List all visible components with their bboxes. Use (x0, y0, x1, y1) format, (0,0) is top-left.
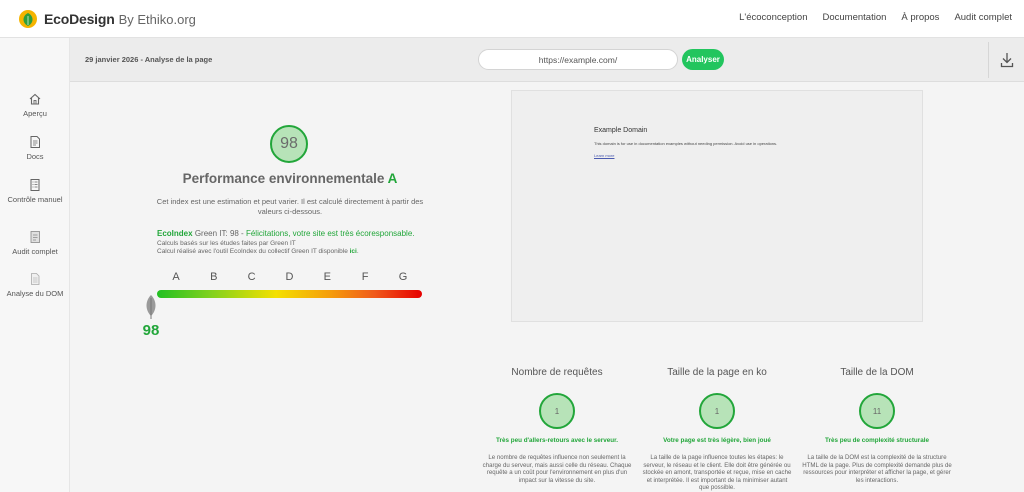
ecoindex-message: Félicitations, votre site est très écore… (245, 229, 415, 238)
metric-description: Le nombre de requêtes influence non seul… (482, 454, 632, 484)
sidebar-item-manual-check[interactable]: Contrôle manuel (0, 178, 70, 204)
brand-by: By Ethiko.org (118, 11, 196, 27)
sidebar-item-dom-analysis[interactable]: Analyse du DOM (0, 272, 70, 298)
nav-link-ecoconception[interactable]: L'écoconception (739, 12, 807, 23)
calc-link[interactable]: ici (350, 248, 357, 255)
download-button[interactable] (988, 42, 1024, 78)
performance-description: Cet index est une estimation et peut var… (156, 197, 424, 216)
sidebar-item-label: Aperçu (23, 109, 47, 118)
analysis-date: 29 janvier 2026 - Analyse de la page (85, 55, 213, 64)
page-preview: Example Domain This domain is for use in… (511, 90, 923, 322)
performance-title: Performance environnementale A (150, 171, 430, 186)
document-icon (30, 136, 40, 148)
performance-grade: A (387, 171, 398, 186)
sidebar-item-docs[interactable]: Docs (0, 135, 70, 161)
analysis-toolbar: 29 janvier 2026 - Analyse de la page Ana… (70, 38, 1024, 82)
sidebar-item-label: Contrôle manuel (7, 195, 63, 204)
audit-icon (30, 231, 40, 243)
score-marker-value: 98 (142, 322, 160, 339)
metric-title: Taille de la page en ko (667, 367, 767, 378)
ecoindex-score-text: Green IT: 98 - (194, 229, 244, 238)
grade-letter-d: D (285, 271, 294, 283)
sidebar-item-overview[interactable]: Aperçu (0, 92, 70, 118)
metric-description: La taille de la DOM est la complexité de… (802, 454, 952, 484)
metric-value-circle: 1 (699, 393, 735, 429)
metric-title: Taille de la DOM (840, 367, 914, 378)
sidebar-item-label: Docs (26, 152, 44, 161)
download-icon (1000, 53, 1013, 68)
metric-dom-size: Taille de la DOM 11 Très peu de complexi… (802, 367, 952, 484)
grade-gradient-bar (157, 290, 422, 298)
calc-tool-text: Calcul réalisé avec l'outil EcoIndex du … (157, 248, 348, 255)
url-input[interactable] (478, 49, 678, 70)
nav-link-documentation[interactable]: Documentation (823, 12, 887, 23)
preview-link[interactable]: Learn more (594, 153, 614, 158)
grade-letter-f: F (361, 271, 369, 283)
preview-text: This domain is for use in documentation … (594, 141, 778, 146)
score-circle: 98 (270, 125, 308, 163)
metric-description: La taille de la page influence toutes le… (642, 454, 792, 492)
calc-tool-line: Calcul réalisé avec l'outil EcoIndex du … (157, 248, 359, 255)
metric-title: Nombre de requêtes (511, 367, 603, 378)
ecoindex-label: EcoIndex (157, 229, 193, 238)
home-icon (29, 93, 41, 105)
grade-letter-b: B (210, 271, 218, 283)
metric-requests: Nombre de requêtes 1 Très peu d'allers-r… (482, 367, 632, 484)
grade-letter-e: E (323, 271, 331, 283)
grade-letter-a: A (172, 271, 180, 283)
sidebar-item-label: Audit complet (12, 247, 58, 256)
brand-logo[interactable]: EcoDesign By Ethiko.org (18, 8, 196, 30)
logo-icon (19, 10, 37, 28)
sidebar: Aperçu Docs Contrôle manuel Audit comple… (0, 38, 70, 492)
preview-title: Example Domain (594, 127, 648, 134)
ecoindex-summary: EcoIndex Green IT: 98 - Félicitations, v… (157, 229, 415, 238)
sidebar-item-full-audit[interactable]: Audit complet (0, 230, 70, 256)
checklist-icon (30, 179, 40, 191)
metric-value-circle: 1 (539, 393, 575, 429)
nav-link-full-audit[interactable]: Audit complet (954, 12, 1012, 23)
sidebar-item-label: Analyse du DOM (6, 289, 64, 298)
nav-links: L'écoconception Documentation À propos A… (739, 12, 1012, 23)
metric-value-circle: 11 (859, 393, 895, 429)
top-navigation: EcoDesign By Ethiko.org L'écoconception … (0, 0, 1024, 38)
dom-file-icon (31, 273, 40, 285)
metric-verdict: Très peu de complexité structurale (825, 437, 929, 444)
grade-letter-g: G (398, 271, 408, 283)
metric-verdict: Très peu d'allers-retours avec le serveu… (496, 437, 618, 444)
grade-letter-c: C (247, 271, 256, 283)
analyze-button[interactable]: Analyser (682, 49, 724, 70)
metric-verdict: Votre page est très légère, bien joué (663, 437, 771, 444)
brand-name: EcoDesign (44, 11, 115, 27)
leaf-marker-icon (146, 295, 156, 319)
performance-title-text: Performance environnementale (182, 171, 385, 186)
nav-link-about[interactable]: À propos (901, 12, 939, 23)
calc-source-line: Calculs basés sur les études faites par … (157, 240, 296, 247)
metric-page-size: Taille de la page en ko 1 Votre page est… (642, 367, 792, 492)
